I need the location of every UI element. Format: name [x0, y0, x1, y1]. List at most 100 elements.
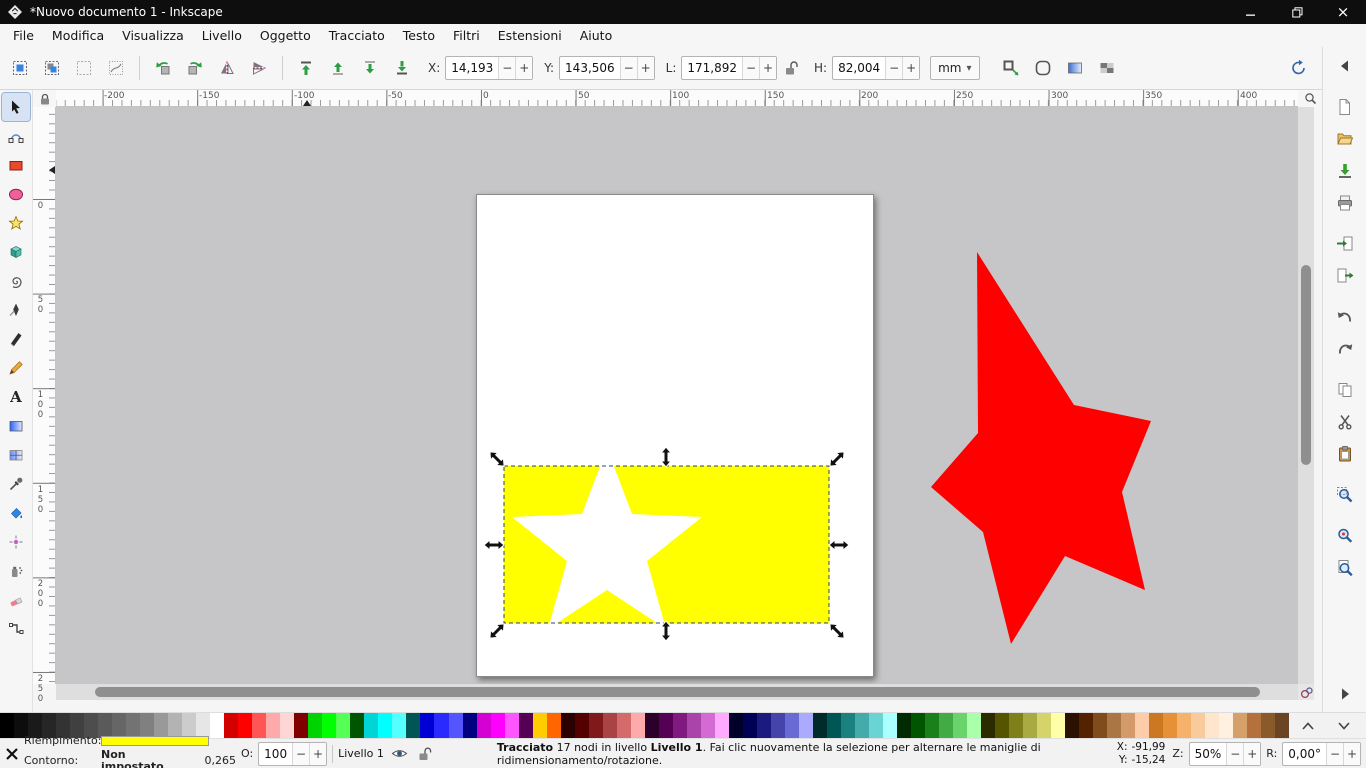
palette-swatch[interactable]	[1177, 713, 1191, 738]
menu-item[interactable]: Estensioni	[489, 25, 571, 46]
rotate-ccw-button[interactable]	[148, 53, 178, 83]
vertical-scrollbar-thumb[interactable]	[1301, 265, 1311, 465]
palette-swatch[interactable]	[939, 713, 953, 738]
scale-handle-left[interactable]	[484, 540, 504, 550]
layer-lock-toggle[interactable]	[417, 746, 432, 762]
palette-swatch[interactable]	[1191, 713, 1205, 738]
palette-swatch[interactable]	[350, 713, 364, 738]
palette-swatch[interactable]	[1023, 713, 1037, 738]
export-button[interactable]	[1329, 261, 1361, 290]
palette-swatch[interactable]	[645, 713, 659, 738]
undo-button[interactable]	[1329, 302, 1361, 331]
scale-handle-right[interactable]	[829, 540, 849, 550]
opacity-increment-button[interactable]: +	[309, 743, 326, 765]
menu-item[interactable]: Aiuto	[571, 25, 622, 46]
palette-swatch[interactable]	[280, 713, 294, 738]
x-decrement-button[interactable]: −	[498, 57, 515, 79]
zoom-decrement-button[interactable]: −	[1226, 743, 1243, 765]
menu-item[interactable]: Oggetto	[251, 25, 320, 46]
rotation-value[interactable]: 0,00°	[1283, 747, 1326, 761]
menu-item[interactable]: Filtri	[444, 25, 489, 46]
palette-swatch[interactable]	[491, 713, 505, 738]
palette-swatch[interactable]	[434, 713, 448, 738]
menu-item[interactable]: Livello	[193, 25, 251, 46]
rotation-increment-button[interactable]: +	[1343, 743, 1360, 765]
deselect-button[interactable]	[69, 53, 99, 83]
ruler-right-corner[interactable]	[1298, 90, 1322, 107]
height-increment-button[interactable]: +	[902, 57, 919, 79]
expand-panel-button[interactable]	[1329, 679, 1361, 708]
scale-handle-bottom[interactable]	[661, 621, 671, 641]
y-increment-button[interactable]: +	[637, 57, 654, 79]
palette-swatch[interactable]	[1149, 713, 1163, 738]
palette-swatch[interactable]	[322, 713, 336, 738]
selection-touch-button[interactable]	[101, 53, 131, 83]
opacity-decrement-button[interactable]: −	[292, 743, 309, 765]
palette-swatch[interactable]	[729, 713, 743, 738]
tool-eraser[interactable]	[2, 586, 30, 614]
tool-mesh-gradient[interactable]	[2, 441, 30, 469]
palette-swatch[interactable]	[869, 713, 883, 738]
vertical-scrollbar[interactable]	[1298, 107, 1314, 684]
duplicate-button[interactable]	[1329, 375, 1361, 404]
palette-swatch[interactable]	[1121, 713, 1135, 738]
tool-3dbox[interactable]	[2, 238, 30, 266]
tool-pencil[interactable]	[2, 354, 30, 382]
reset-rotation-button[interactable]	[1284, 53, 1314, 83]
height-decrement-button[interactable]: −	[885, 57, 902, 79]
tool-rectangle[interactable]	[2, 151, 30, 179]
unit-dropdown[interactable]: mm ▾	[930, 56, 979, 80]
palette-swatch[interactable]	[925, 713, 939, 738]
tool-selector[interactable]	[2, 93, 30, 121]
red-star-object[interactable]	[931, 252, 1151, 644]
x-value[interactable]: 14,193	[446, 61, 498, 75]
print-button[interactable]	[1329, 188, 1361, 217]
layer-visibility-toggle[interactable]	[391, 745, 408, 762]
palette-swatch[interactable]	[813, 713, 827, 738]
palette-swatch[interactable]	[1107, 713, 1121, 738]
save-document-button[interactable]	[1329, 156, 1361, 185]
palette-swatch[interactable]	[743, 713, 757, 738]
palette-swatch[interactable]	[757, 713, 771, 738]
menu-item[interactable]: Testo	[394, 25, 444, 46]
cut-button[interactable]	[1329, 407, 1361, 436]
lower-button[interactable]	[355, 53, 385, 83]
zoom-increment-button[interactable]: +	[1243, 743, 1260, 765]
palette-swatch[interactable]	[701, 713, 715, 738]
minimize-button[interactable]	[1228, 0, 1274, 24]
palette-swatch[interactable]	[238, 713, 252, 738]
canvas[interactable]	[56, 107, 1298, 684]
palette-swatch[interactable]	[827, 713, 841, 738]
scale-handle-bottom-right[interactable]	[826, 620, 847, 641]
palette-swatch[interactable]	[715, 713, 729, 738]
horizontal-ruler[interactable]: -200-150-100-50050100150200250300350400	[56, 90, 1298, 107]
palette-swatch[interactable]	[1261, 713, 1275, 738]
palette-swatch[interactable]	[785, 713, 799, 738]
horizontal-scrollbar-thumb[interactable]	[95, 687, 1260, 697]
palette-swatch[interactable]	[1093, 713, 1107, 738]
palette-swatch[interactable]	[1275, 713, 1289, 738]
palette-swatch[interactable]	[617, 713, 631, 738]
redo-button[interactable]	[1329, 334, 1361, 363]
menu-item[interactable]: Visualizza	[113, 25, 193, 46]
tool-ellipse[interactable]	[2, 180, 30, 208]
palette-swatch[interactable]	[477, 713, 491, 738]
width-increment-button[interactable]: +	[759, 57, 776, 79]
palette-swatch[interactable]	[505, 713, 519, 738]
scale-handle-top-right[interactable]	[826, 448, 847, 469]
palette-swatch[interactable]	[1079, 713, 1093, 738]
menu-item[interactable]: File	[4, 25, 43, 46]
tool-star[interactable]	[2, 209, 30, 237]
palette-swatch[interactable]	[897, 713, 911, 738]
palette-swatch[interactable]	[1247, 713, 1261, 738]
tool-pen[interactable]	[2, 296, 30, 324]
palette-swatch[interactable]	[1009, 713, 1023, 738]
layer-selector[interactable]: Livello 1	[338, 747, 384, 760]
toggle-transform-gradients-button[interactable]	[1060, 53, 1090, 83]
menu-item[interactable]: Tracciato	[320, 25, 394, 46]
palette-swatch[interactable]	[841, 713, 855, 738]
zoom-page-button[interactable]	[1329, 553, 1361, 582]
palette-swatch[interactable]	[603, 713, 617, 738]
fill-color-swatch[interactable]	[101, 736, 209, 746]
y-decrement-button[interactable]: −	[620, 57, 637, 79]
